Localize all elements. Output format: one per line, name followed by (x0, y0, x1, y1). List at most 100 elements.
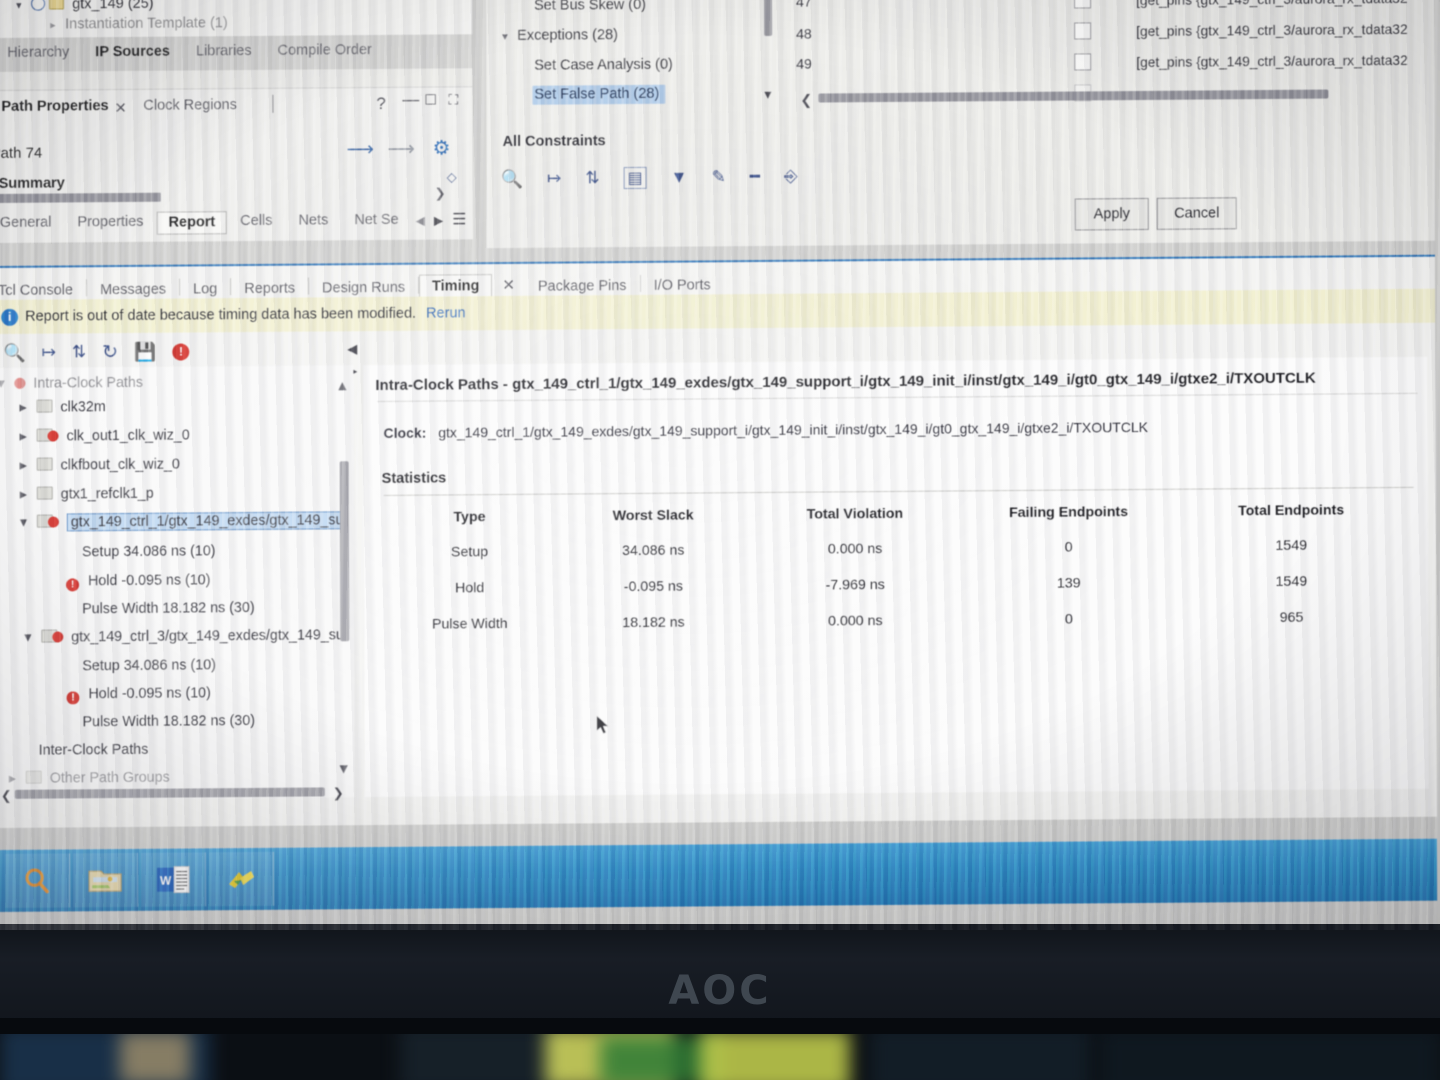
caret-right-icon[interactable]: ▶ (429, 213, 448, 232)
tree-node-setup-1[interactable]: Setup 34.086 ns (10) (82, 543, 216, 560)
tree-node-setup-3[interactable]: Setup 34.086 ns (10) (82, 657, 216, 674)
tree-node-other-path-groups[interactable]: ▸ Other Path Groups (9, 770, 170, 787)
search-icon[interactable]: 🔍 (501, 168, 523, 189)
constraint-checkbox[interactable] (1074, 53, 1092, 71)
tab-general[interactable]: General (0, 211, 64, 236)
constraint-text[interactable]: [get_pins {gtx_149_ctrl_3/aurora_rx_tdat… (1136, 0, 1408, 8)
tree-node-gtx-149-ctrl-1[interactable]: ▾ gtx_149_ctrl_1/gtx_149_exdes/gtx_149_s… (20, 511, 348, 532)
chevron-down-icon[interactable]: ▾ (0, 376, 10, 392)
sources-root-row[interactable]: ▾ gtx_149 (25) (16, 0, 154, 13)
save-icon[interactable]: 💾 (134, 341, 156, 362)
vivado-icon[interactable] (209, 851, 275, 907)
reset-icon[interactable]: ⎆ (784, 167, 798, 187)
tab-clock-regions[interactable]: Clock Regions (130, 94, 250, 119)
tree-vertical-scrollbar[interactable] (339, 461, 350, 642)
constraint-checkbox[interactable] (1074, 0, 1092, 9)
tree-node-pulse-width-3[interactable]: Pulse Width 18.182 ns (30) (83, 713, 256, 730)
tab-path-properties[interactable]: Path Properties (0, 95, 122, 120)
tab-ip-sources[interactable]: IP Sources (82, 41, 183, 66)
apply-button[interactable]: Apply (1074, 197, 1149, 231)
constraint-node-exceptions[interactable]: ▾ Exceptions (28) (502, 27, 618, 44)
word-icon[interactable]: W (141, 852, 207, 907)
tab-report[interactable]: Report (156, 211, 228, 235)
minimize-icon[interactable]: — (402, 90, 419, 110)
table-row[interactable]: Pulse Width 18.182 ns 0.000 ns 0 965 (384, 599, 1404, 643)
arrow-right-icon[interactable]: ⟶ (388, 138, 415, 161)
chevron-right-icon[interactable]: ▸ (19, 400, 32, 416)
tree-node-intra-clock-paths[interactable]: ▾ Intra-Clock Paths (0, 375, 143, 392)
search-icon[interactable]: 🔍 (3, 342, 25, 363)
chevron-right-icon[interactable]: ▸ (20, 429, 33, 445)
chevron-right-icon[interactable]: ▸ (50, 18, 61, 32)
gear-icon[interactable]: ⚙ (433, 135, 451, 160)
cancel-button[interactable]: Cancel (1156, 197, 1237, 230)
horizontal-scrollbar[interactable] (0, 192, 161, 204)
filter-icon[interactable]: ▼ (671, 168, 688, 188)
edit-icon[interactable]: ✎ (711, 167, 725, 187)
tree-node-inter-clock-paths[interactable]: Inter-Clock Paths (39, 742, 149, 759)
tab-net-se[interactable]: Net Se (341, 209, 411, 234)
collapse-all-icon[interactable]: ↦ (547, 169, 561, 189)
chevron-down-icon[interactable]: ▾ (764, 86, 771, 103)
cell-worst-slack[interactable]: -0.095 ns (555, 568, 751, 606)
constraint-node-set-bus-skew[interactable]: Set Bus Skew (0) (534, 0, 646, 14)
schematic-icon[interactable]: ▤ (623, 166, 647, 190)
search-icon[interactable] (5, 853, 71, 908)
tree-node-pulse-width-1[interactable]: Pulse Width 18.182 ns (30) (82, 600, 255, 617)
chevron-down-icon[interactable]: ▾ (502, 30, 513, 43)
error-icon[interactable]: ! (172, 342, 190, 361)
constraint-node-set-case-analysis[interactable]: Set Case Analysis (0) (534, 57, 673, 74)
scroll-up-icon[interactable]: ▲ (335, 377, 349, 393)
cell-worst-slack[interactable]: 18.182 ns (555, 604, 751, 642)
chevron-down-icon[interactable]: ▾ (24, 630, 37, 646)
caret-left-icon[interactable]: ◀ (412, 214, 429, 233)
caret-right-icon[interactable]: ❯ (435, 185, 446, 201)
tree-node-clk-out1-clk-wiz-0[interactable]: ▸ clk_out1_clk_wiz_0 (20, 427, 190, 444)
constraint-text[interactable]: [get_pins {gtx_149_ctrl_3/aurora_rx_tdat… (1136, 53, 1408, 70)
sources-child-row[interactable]: ▸ Instantiation Template (1) (50, 15, 228, 32)
scroll-down-icon[interactable]: ▼ (337, 760, 351, 776)
constraint-node-set-false-path[interactable]: Set False Path (28) (532, 84, 666, 105)
tree-vertical-scrollbar[interactable] (763, 0, 773, 36)
maximize-icon[interactable]: ☐ (424, 92, 437, 109)
collapse-all-icon[interactable]: ↦ (42, 343, 56, 363)
rerun-link[interactable]: Rerun (426, 305, 466, 321)
close-icon[interactable]: ✕ (114, 99, 127, 117)
list-horizontal-scrollbar[interactable] (818, 89, 1329, 103)
tab-compile-order[interactable]: Compile Order (265, 39, 385, 64)
expand-all-icon[interactable]: ⇅ (72, 342, 86, 362)
tab-hierarchy[interactable]: Hierarchy (0, 41, 82, 66)
refresh-icon[interactable]: ↻ (102, 341, 118, 364)
caret-right-icon[interactable]: ❯ (333, 785, 344, 801)
caret-left-icon[interactable]: ❮ (800, 92, 812, 109)
chevron-down-icon[interactable]: ▾ (20, 515, 33, 531)
caret-left-icon[interactable]: ◀ (347, 341, 357, 357)
tab-cells[interactable]: Cells (227, 210, 285, 234)
tab-properties[interactable]: Properties (64, 211, 156, 236)
delete-icon[interactable]: ━ (750, 167, 760, 187)
expand-all-icon[interactable]: ⇅ (585, 168, 599, 188)
float-icon[interactable]: ⛶ (448, 91, 458, 108)
chevron-right-icon[interactable]: ▸ (9, 771, 22, 787)
tree-node-gtx-149-ctrl-3[interactable]: ▾ gtx_149_ctrl_3/gtx_149_exdes/gtx_149_s… (24, 627, 344, 646)
constraint-text[interactable]: [get_pins {gtx_149_ctrl_3/aurora_rx_tdat… (1136, 22, 1408, 39)
constraint-checkbox[interactable] (1074, 22, 1092, 40)
arrow-left-icon[interactable]: ⟶ (347, 138, 374, 161)
tab-libraries[interactable]: Libraries (183, 40, 265, 65)
sort-icon[interactable]: ◇ (447, 169, 457, 185)
tree-node-hold-3[interactable]: ! Hold -0.095 ns (10) (66, 685, 211, 705)
chevron-right-icon[interactable]: ▸ (20, 458, 33, 474)
tab-nets[interactable]: Nets (285, 209, 341, 233)
help-icon[interactable]: ? (376, 94, 386, 114)
tree-horizontal-scrollbar[interactable] (14, 787, 325, 799)
chevron-right-icon[interactable]: ▸ (20, 487, 33, 503)
file-explorer-icon[interactable] (73, 852, 139, 908)
chevron-down-icon[interactable]: ▾ (16, 0, 27, 12)
tree-node-clkfbout-clk-wiz-0[interactable]: ▸ clkfbout_clk_wiz_0 (20, 457, 180, 474)
tree-node-gtx1-refclk1-p[interactable]: ▸ gtx1_refclk1_p (20, 486, 154, 503)
hamburger-icon[interactable]: ☰ (448, 209, 470, 232)
tree-node-clk32m[interactable]: ▸ clk32m (19, 399, 105, 416)
tree-node-hold-1[interactable]: ! Hold -0.095 ns (10) (66, 572, 210, 592)
cell-worst-slack[interactable]: 34.086 ns (555, 532, 751, 570)
caret-left-icon[interactable]: ❮ (1, 788, 12, 804)
